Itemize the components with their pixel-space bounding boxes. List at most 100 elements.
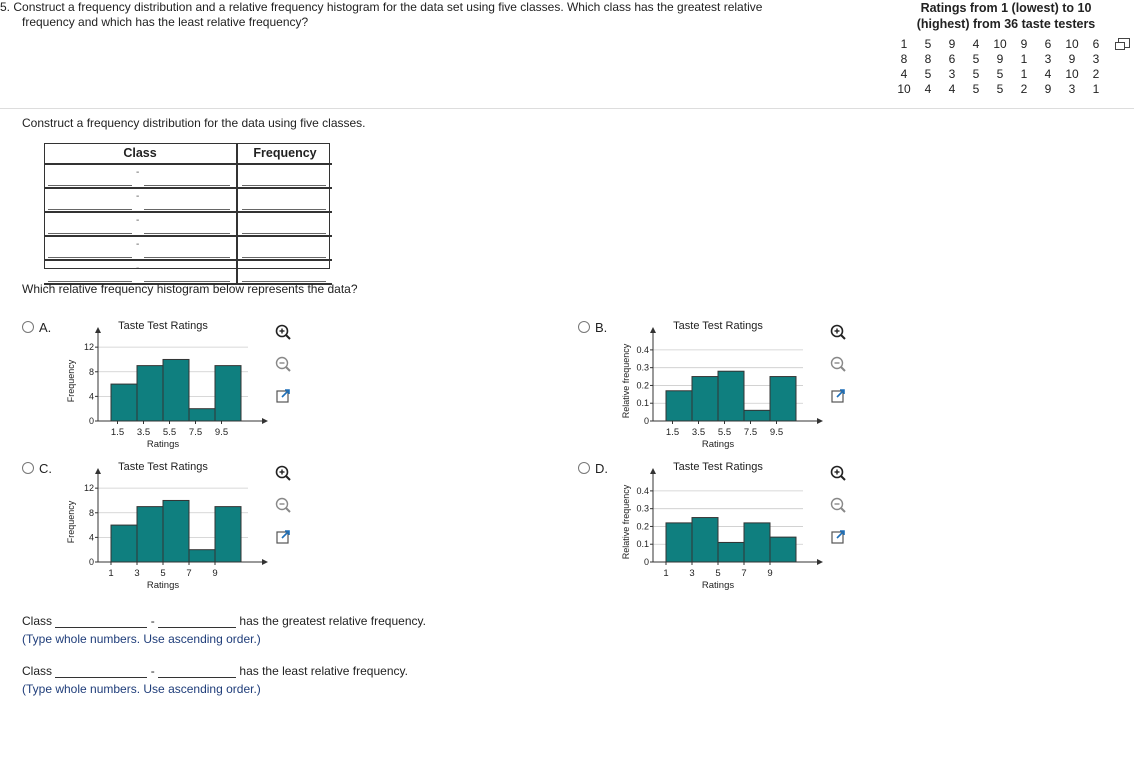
class-dash: - [136, 167, 140, 178]
class-upper-input[interactable] [144, 185, 230, 186]
radio-icon[interactable] [578, 321, 590, 333]
class-upper-input[interactable] [144, 209, 230, 210]
option-c[interactable]: C. [22, 461, 52, 476]
frequency-row: - [44, 188, 332, 213]
open-external-icon[interactable] [828, 527, 848, 547]
x-tick-label: 1.5 [111, 427, 124, 438]
dataset-cell: 5 [972, 51, 980, 66]
class-lower-input[interactable] [48, 233, 132, 234]
y-tick-label: 0.4 [636, 486, 649, 496]
dataset-cell: 4 [924, 81, 932, 96]
answer-greatest-prefix: Class [22, 614, 53, 628]
zoom-in-icon[interactable] [828, 322, 848, 342]
zoom-in-icon[interactable] [828, 463, 848, 483]
class-dash: - [136, 263, 140, 274]
y-axis-arrow [95, 327, 101, 333]
option-a[interactable]: A. [22, 320, 51, 335]
histogram-b: Taste Test Ratings Relative frequency 0 0.1… [621, 320, 823, 450]
x-axis-arrow [817, 418, 823, 424]
question-line-1: Construct a frequency distribution and a… [13, 0, 763, 14]
dataset-cell: 5 [996, 66, 1004, 81]
frequency-input[interactable] [242, 209, 326, 210]
answer-greatest-dash: - [150, 614, 155, 628]
class-lower-input[interactable] [48, 185, 132, 186]
radio-icon[interactable] [578, 462, 590, 474]
option-b[interactable]: B. [578, 320, 607, 335]
dataset-cell: 4 [1044, 66, 1052, 81]
frequency-cell [237, 164, 332, 189]
option-d[interactable]: D. [578, 461, 608, 476]
open-external-icon[interactable] [273, 386, 293, 406]
y-tick-label: 8 [89, 367, 94, 377]
class-cell: - [44, 188, 238, 213]
histogram-bar [136, 365, 164, 422]
frequency-cell [237, 212, 332, 237]
x-tick-label: 3.5 [137, 427, 150, 438]
class-upper-input[interactable] [144, 257, 230, 258]
y-tick-label: 0.1 [636, 398, 649, 408]
class-lower-input[interactable] [48, 257, 132, 258]
dataset-title-2: (highest) from 36 taste testers [916, 17, 1096, 31]
answer-least-dash: - [150, 664, 155, 678]
dataset-cell: 1 [1020, 51, 1028, 66]
col-class-header: Class [44, 143, 238, 165]
y-axis-arrow [650, 468, 656, 474]
copy-data-icon[interactable] [1115, 38, 1130, 50]
greatest-lower-input[interactable] [55, 613, 148, 628]
answer-least-prefix: Class [22, 664, 53, 678]
histogram-bar [110, 524, 138, 563]
y-axis-label: Relative frequency [621, 343, 631, 418]
y-tick-label: 0 [644, 557, 649, 567]
zoom-in-icon[interactable] [273, 322, 293, 342]
histogram-question: Which relative frequency histogram below… [22, 282, 358, 296]
histogram-bar [691, 517, 719, 563]
dataset-row: 10 4 4 5 5 2 9 3 1 [892, 81, 1108, 96]
histogram-bar [769, 536, 797, 563]
histogram-bar [110, 383, 138, 422]
histogram-bar [162, 358, 190, 422]
frequency-input[interactable] [242, 257, 326, 258]
frequency-input[interactable] [242, 185, 326, 186]
histogram-bar [743, 409, 771, 422]
class-lower-input[interactable] [48, 209, 132, 210]
y-axis-arrow [95, 468, 101, 474]
chart-c-tools [273, 463, 295, 559]
frequency-cell [237, 236, 332, 261]
option-b-label: B. [595, 320, 608, 335]
zoom-out-icon[interactable] [828, 354, 848, 374]
greatest-upper-input[interactable] [158, 613, 237, 628]
radio-icon[interactable] [22, 462, 34, 474]
class-cell: - [44, 212, 238, 237]
histogram-bar [769, 376, 797, 422]
open-external-icon[interactable] [828, 386, 848, 406]
x-tick-label: 9 [212, 568, 217, 579]
y-tick-label: 0 [89, 557, 94, 567]
dataset-cell: 1 [1020, 66, 1028, 81]
zoom-out-icon[interactable] [828, 495, 848, 515]
dataset-cell: 3 [1092, 51, 1100, 66]
least-lower-input[interactable] [55, 663, 148, 678]
frequency-input[interactable] [242, 233, 326, 234]
class-upper-input[interactable] [144, 233, 230, 234]
histogram-d: Taste Test Ratings Relative frequency 0 0.1… [621, 461, 823, 591]
radio-icon[interactable] [22, 321, 34, 333]
class-dash: - [136, 215, 140, 226]
dataset-cell: 1 [900, 36, 908, 51]
x-tick-label: 5 [160, 568, 165, 579]
x-tick-label: 5 [715, 568, 720, 579]
dataset-cell: 5 [924, 66, 932, 81]
dataset-cell: 8 [924, 51, 932, 66]
zoom-out-icon[interactable] [273, 354, 293, 374]
x-axis-arrow [262, 559, 268, 565]
class-dash: - [136, 191, 140, 202]
dataset-cell: 10 [897, 81, 911, 96]
frequency-row: - [44, 164, 332, 189]
least-upper-input[interactable] [158, 663, 237, 678]
answer-least-hint: (Type whole numbers. Use ascending order… [22, 682, 261, 696]
x-axis-label: Ratings [702, 580, 734, 591]
open-external-icon[interactable] [273, 527, 293, 547]
zoom-in-icon[interactable] [273, 463, 293, 483]
class-dash: - [136, 239, 140, 250]
zoom-out-icon[interactable] [273, 495, 293, 515]
y-tick-label: 0.4 [636, 345, 649, 355]
